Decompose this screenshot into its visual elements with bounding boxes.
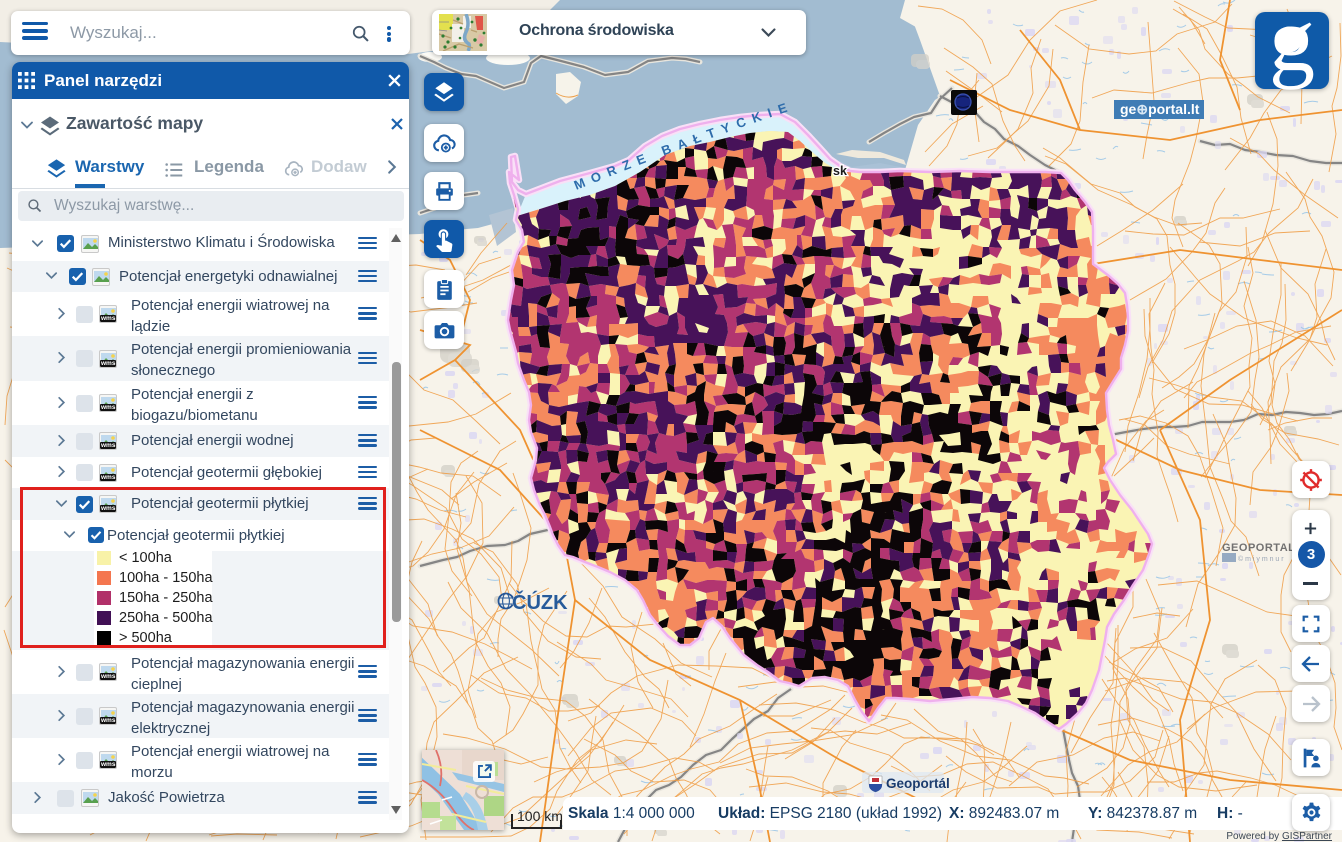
- svg-text:ge⊕portal.lt: ge⊕portal.lt: [1120, 101, 1200, 117]
- svg-text:Geoportál: Geoportál: [886, 776, 950, 791]
- svg-text:ČÚZK: ČÚZK: [512, 590, 568, 614]
- svg-text:sk: sk: [833, 164, 847, 178]
- svg-text:GEOPORTAL.: GEOPORTAL.: [1222, 542, 1299, 554]
- svg-text:© m i y m n u r: © m i y m n u r: [1238, 555, 1284, 563]
